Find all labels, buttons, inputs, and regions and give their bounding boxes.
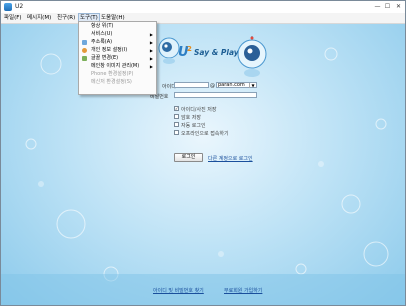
menu-item-services[interactable]: 서비스(U) ▶ [79, 31, 156, 38]
menu-item-font[interactable]: 글꼴 변경(E) ▶ [79, 55, 156, 62]
mascot-right-icon [237, 36, 267, 77]
auto-login-checkbox[interactable] [174, 122, 179, 127]
save-id-label: 아이디/사진 저장 [181, 107, 217, 113]
save-password-label: 암호 저장 [181, 115, 201, 121]
submenu-arrow-icon: ▶ [149, 40, 153, 45]
maximize-button[interactable]: ☐ [383, 3, 392, 11]
menu-message[interactable]: 메시지(M) [26, 14, 52, 22]
menu-bar: 파일(F) 메시지(M) 친구(R) 도구(T) 도움말(H) [1, 13, 405, 24]
submenu-arrow-icon: ▶ [149, 48, 153, 53]
tools-menu-dropdown: 항상 위(T) 서비스(U) ▶ 주소록(A) ▶ 개인 정보 설정(I) ▶ … [78, 21, 157, 95]
u2-logo-icon: U 2 [178, 45, 192, 60]
find-id-password-link[interactable]: 아이디 및 비밀번호 찾기 [153, 287, 204, 294]
title-bar: U2 — ☐ ✕ [1, 1, 405, 13]
address-book-icon [82, 40, 87, 45]
domain-select[interactable]: paran.com ▼ [216, 82, 257, 88]
submenu-arrow-icon: ▶ [149, 64, 153, 69]
font-icon [82, 56, 87, 61]
slogan: Say & Play [194, 48, 239, 57]
minimize-button[interactable]: — [373, 3, 382, 11]
main-content: U 2 Say & Play 아이디 @ paran.com ▼ 비밀번호 ✓ … [1, 24, 405, 305]
offline-login-checkbox[interactable] [174, 130, 179, 135]
menu-item-address-book[interactable]: 주소록(A) ▶ [79, 39, 156, 46]
at-sign: @ [210, 83, 215, 89]
menu-item-phone-settings: Phone 환경설정(P) [91, 71, 134, 77]
id-input[interactable] [174, 82, 209, 88]
menu-item-always-on-top[interactable]: 항상 위(T) [79, 23, 156, 30]
profile-icon [82, 48, 87, 53]
menu-item-messenger-settings: 메신저 환경설정(S) [91, 79, 132, 85]
menu-item-image-manage[interactable]: 메인창 이미지 관리(M) ▶ [79, 63, 156, 70]
submenu-arrow-icon: ▶ [149, 32, 153, 37]
password-input[interactable] [174, 92, 257, 98]
save-password-checkbox[interactable] [174, 114, 179, 119]
menu-item-personal-info[interactable]: 개인 정보 설정(I) ▶ [79, 47, 156, 54]
chevron-down-icon: ▼ [249, 83, 256, 88]
app-icon [4, 3, 12, 11]
close-button[interactable]: ✕ [394, 3, 403, 11]
menu-file[interactable]: 파일(F) [3, 14, 23, 22]
login-button[interactable]: 로그인 [174, 153, 203, 162]
auto-login-label: 자동 로그인 [181, 123, 206, 129]
menu-friends[interactable]: 친구(R) [56, 14, 76, 22]
other-account-link[interactable]: 다른 계정으로 로그인 [208, 155, 253, 162]
signup-link[interactable]: 무료회원 가입하기 [224, 287, 262, 294]
svg-text:2: 2 [187, 45, 192, 53]
submenu-arrow-icon: ▶ [149, 56, 153, 61]
app-window: U2 — ☐ ✕ 파일(F) 메시지(M) 친구(R) 도구(T) 도움말(H) [0, 0, 406, 306]
save-id-checkbox[interactable]: ✓ [174, 106, 179, 111]
window-title: U2 [15, 3, 24, 10]
offline-login-label: 오프라인으로 접속하기 [181, 131, 229, 137]
background-bubbles [1, 47, 405, 305]
